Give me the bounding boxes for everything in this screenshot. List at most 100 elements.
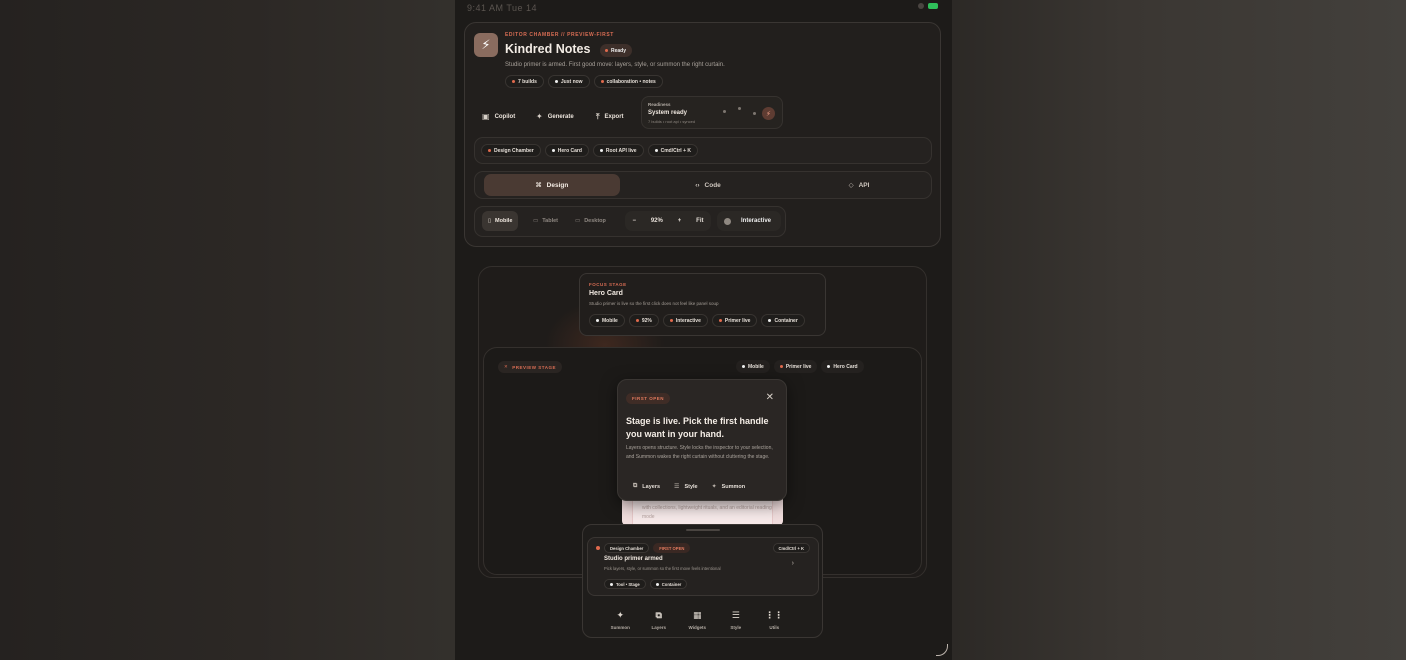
tabbar-layers[interactable]: ⧉ Layers bbox=[640, 610, 679, 630]
main-tabs: ⌘ Design ‹› Code ◇ API bbox=[474, 171, 932, 199]
sheet-chip-first-open: FIRST OPEN bbox=[653, 543, 691, 553]
apps-icon: ⋮⋮ bbox=[765, 610, 784, 620]
bottom-tab-bar: ✦ Summon ⧉ Layers ▦ Widgets ☰ Style ⋮⋮ Utils bbox=[601, 610, 794, 630]
preview-stage-label: ✕ PREVIEW STAGE bbox=[498, 361, 562, 373]
tablet-icon: ▭ bbox=[533, 218, 539, 224]
focus-stage-card: FOCUS STAGE Hero Card Studio primer is l… bbox=[579, 273, 826, 336]
tab-code[interactable]: ‹› Code bbox=[640, 174, 776, 196]
focus-subtitle: Studio primer is live so the first click… bbox=[589, 301, 719, 306]
indicator-dot bbox=[723, 110, 726, 113]
status-dot-icon bbox=[605, 49, 608, 52]
device-desktop[interactable]: ▭ Desktop bbox=[569, 211, 612, 231]
fit-button[interactable]: Fit bbox=[696, 218, 703, 224]
tabbar-utils[interactable]: ⋮⋮ Utils bbox=[755, 610, 794, 630]
zoom-controls: − 92% + Fit bbox=[625, 211, 711, 231]
zoom-level: 92% bbox=[650, 218, 663, 224]
hero-card-preview[interactable]: with collections, lightweight rituals, a… bbox=[622, 499, 783, 525]
focus-chip-primer: Primer live bbox=[711, 314, 758, 327]
layers-icon: ⧉ bbox=[655, 610, 662, 620]
device-toolbar: ▯ Mobile ▭ Tablet ▭ Desktop − 92% + Fit Int… bbox=[474, 206, 786, 237]
device-tablet[interactable]: ▭ Tablet bbox=[527, 211, 564, 231]
toggle-icon bbox=[724, 217, 731, 225]
first-open-dialog: FIRST OPEN ✕ Stage is live. Pick the fir… bbox=[617, 379, 787, 501]
status-icons bbox=[918, 3, 938, 9]
tabbar-summon[interactable]: ✦ Summon bbox=[601, 610, 640, 630]
tabbar-widgets[interactable]: ▦ Widgets bbox=[678, 610, 717, 630]
preview-chip-hero: Hero Card bbox=[821, 360, 864, 373]
meta-chip-time: Just now bbox=[547, 75, 590, 88]
status-badge: Ready bbox=[600, 44, 633, 57]
sheet-chip-chamber: Design Chamber bbox=[604, 543, 650, 553]
monitor-icon: ▭ bbox=[575, 218, 581, 224]
header-eyebrow: EDITOR CHAMBER // PREVIEW-FIRST bbox=[505, 32, 614, 38]
hero-card-text: with collections, lightweight rituals, a… bbox=[642, 505, 772, 520]
sheet-chip-container: Container bbox=[649, 579, 688, 589]
sparkle-icon: ✦ bbox=[616, 610, 625, 620]
indicator-dot bbox=[753, 112, 756, 115]
focus-chip-zoom: 92% bbox=[628, 314, 659, 327]
readiness-meta: 7 builds • root api • synced bbox=[648, 119, 696, 124]
export-button[interactable]: ⤒ Export bbox=[596, 108, 624, 125]
page-title: Kindred Notes bbox=[505, 42, 591, 56]
interactive-toggle[interactable]: Interactive bbox=[717, 211, 781, 231]
breadcrumb-design-chamber[interactable]: Design Chamber bbox=[481, 144, 541, 157]
tab-api[interactable]: ◇ API bbox=[791, 174, 927, 196]
layers-icon: ⧉ bbox=[633, 483, 638, 489]
chevron-right-icon[interactable]: › bbox=[792, 560, 794, 567]
indicator-dot bbox=[738, 107, 741, 110]
shortcut-chip: Cmd/Ctrl + K bbox=[772, 543, 810, 553]
resize-handle-icon[interactable] bbox=[936, 644, 948, 656]
breadcrumb-shortcut[interactable]: Cmd/Ctrl + K bbox=[647, 144, 698, 157]
meta-chip-tags: collaboration • notes bbox=[593, 75, 663, 88]
grid-icon: ▦ bbox=[692, 610, 702, 620]
summon-button[interactable]: ✦ Summon bbox=[705, 480, 753, 493]
close-icon[interactable]: ✕ bbox=[766, 392, 774, 403]
device-mobile[interactable]: ▯ Mobile bbox=[482, 211, 519, 231]
interactive-label: Interactive bbox=[741, 218, 772, 224]
sheet-subtitle: Pick layers, style, or summon so the fir… bbox=[604, 566, 721, 571]
header-subtitle: Studio primer is armed. First good move:… bbox=[505, 62, 725, 68]
sparkle-icon: ✦ bbox=[711, 484, 717, 490]
readiness-card[interactable]: Readiness System ready 7 builds • root a… bbox=[641, 96, 783, 129]
battery-icon bbox=[928, 3, 938, 9]
meta-chip-builds: 7 builds bbox=[505, 75, 544, 88]
dialog-body: Layers opens structure. Style locks the … bbox=[626, 445, 773, 460]
breadcrumb-hero-card[interactable]: Hero Card bbox=[544, 144, 589, 157]
layers-button[interactable]: ⧉ Layers bbox=[626, 480, 667, 493]
code-icon: ‹› bbox=[695, 181, 700, 189]
meta-chips: 7 builds Just now collaboration • notes bbox=[505, 75, 663, 88]
preview-chip-mobile: Mobile bbox=[736, 360, 770, 373]
focus-eyebrow: FOCUS STAGE bbox=[589, 282, 627, 287]
editor-header-panel: ⚡ EDITOR CHAMBER // PREVIEW-FIRST Kindre… bbox=[464, 22, 941, 247]
dialog-heading: Stage is live. Pick the first handle you… bbox=[626, 416, 769, 439]
tab-design[interactable]: ⌘ Design bbox=[484, 174, 620, 196]
upload-icon: ⤒ bbox=[596, 111, 600, 121]
sliders-icon: ☰ bbox=[731, 610, 740, 620]
focus-chip-mobile: Mobile bbox=[589, 314, 625, 327]
sparkle-icon: ✦ bbox=[536, 112, 543, 121]
breadcrumb-root-api[interactable]: Root API live bbox=[592, 144, 644, 157]
preview-chip-primer: Primer live bbox=[773, 360, 818, 373]
sheet-handle[interactable] bbox=[686, 529, 720, 531]
phone-icon: ▯ bbox=[488, 218, 492, 224]
sliders-icon: ☰ bbox=[674, 484, 680, 490]
primer-card[interactable]: Design Chamber FIRST OPEN Cmd/Ctrl + K S… bbox=[587, 537, 819, 596]
focus-title: Hero Card bbox=[589, 290, 623, 297]
crosshair-icon: ✕ bbox=[504, 364, 509, 369]
status-time: 9:41 AM Tue 14 bbox=[467, 3, 538, 13]
generate-button[interactable]: ✦ Generate bbox=[536, 108, 574, 125]
readiness-value: System ready bbox=[648, 110, 688, 116]
status-badge-label: Ready bbox=[611, 47, 627, 54]
bolt-icon: ⚡ bbox=[762, 107, 775, 120]
api-icon: ◇ bbox=[848, 182, 854, 189]
tabbar-style[interactable]: ☰ Style bbox=[717, 610, 756, 630]
bottom-sheet: Design Chamber FIRST OPEN Cmd/Ctrl + K S… bbox=[582, 524, 823, 638]
app-logo-icon: ⚡ bbox=[474, 33, 498, 57]
copilot-button[interactable]: ▣ Copilot bbox=[482, 108, 515, 125]
zoom-in-button[interactable]: + bbox=[678, 218, 682, 224]
zoom-out-button[interactable]: − bbox=[632, 218, 636, 224]
primer-dot-icon bbox=[596, 546, 600, 550]
sheet-title: Studio primer armed bbox=[604, 556, 663, 562]
breadcrumb: Design Chamber Hero Card Root API live C… bbox=[474, 137, 932, 164]
style-button[interactable]: ☰ Style bbox=[667, 480, 705, 493]
